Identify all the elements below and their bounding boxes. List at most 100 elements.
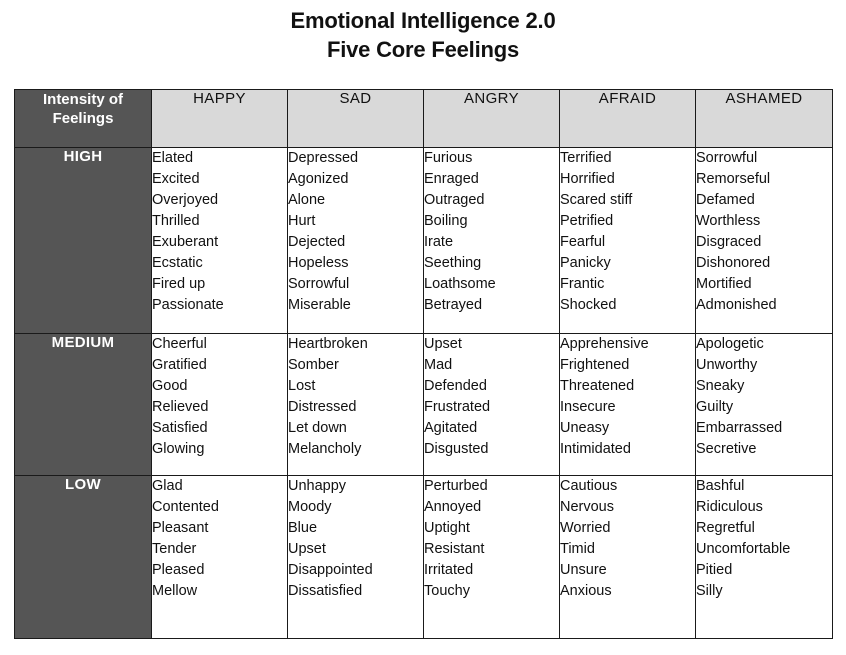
intensity-label-high: HIGH bbox=[14, 147, 152, 334]
feeling-word: Outraged bbox=[424, 192, 485, 208]
feeling-word: Shocked bbox=[560, 297, 617, 313]
cell-low-ashamed: Bashful Ridiculous Regretful Uncomfortable P… bbox=[695, 475, 833, 639]
feeling-word: Annoyed bbox=[424, 499, 482, 515]
feeling-word: Uneasy bbox=[560, 420, 610, 436]
feeling-word: Remorseful bbox=[696, 171, 771, 187]
feeling-word: Moody bbox=[288, 499, 332, 515]
page-title: Emotional Intelligence 2.0 Five Core Fee… bbox=[0, 6, 846, 64]
feeling-word: Cheerful bbox=[152, 336, 207, 352]
feeling-word: Uptight bbox=[424, 520, 470, 536]
header-column-ashamed: ASHAMED bbox=[695, 89, 833, 148]
feeling-word: Worthless bbox=[696, 213, 761, 229]
feeling-word: Ridiculous bbox=[696, 499, 763, 515]
cell-medium-happy: Cheerful Gratified Good Relieved Satisfied Gl… bbox=[151, 333, 288, 476]
table-body: HIGH Elated Excited Overjoyed Thrilled Exube… bbox=[14, 147, 833, 639]
feeling-word: Furious bbox=[424, 150, 473, 166]
feeling-word: Elated bbox=[152, 150, 194, 166]
feeling-word: Apprehensive bbox=[560, 336, 649, 352]
cell-low-sad: Unhappy Moody Blue Upset Disappointed Dissati… bbox=[287, 475, 424, 639]
feeling-word: Defended bbox=[424, 378, 487, 394]
feeling-word: Petrified bbox=[560, 213, 614, 229]
cell-high-sad: Depressed Agonized Alone Hurt Dejected Hopele… bbox=[287, 147, 424, 334]
feeling-word: Upset bbox=[288, 541, 326, 557]
feeling-word: Defamed bbox=[696, 192, 755, 208]
feeling-word: Hopeless bbox=[288, 255, 349, 271]
feeling-word: Scared stiff bbox=[560, 192, 633, 208]
title-line-2: Five Core Feelings bbox=[326, 37, 519, 62]
feeling-word: Touchy bbox=[424, 583, 470, 599]
feeling-word: Overjoyed bbox=[152, 192, 219, 208]
cell-medium-angry: Upset Mad Defended Frustrated Agitated Disgus… bbox=[423, 333, 560, 476]
feeling-word: Resistant bbox=[424, 541, 485, 557]
feelings-table: Intensity of Feelings HAPPY SAD ANGRY AF… bbox=[14, 89, 833, 639]
feeling-word: Intimidated bbox=[560, 441, 631, 457]
feeling-word: Pitied bbox=[696, 562, 733, 578]
feeling-word: Blue bbox=[288, 520, 318, 536]
feeling-word: Admonished bbox=[696, 297, 777, 313]
cell-high-angry: Furious Enraged Outraged Boiling Irate Seethi… bbox=[423, 147, 560, 334]
table-row-low: LOW Glad Contented Pleasant Tender Pleased Me… bbox=[14, 475, 833, 639]
feeling-word: Timid bbox=[560, 541, 595, 557]
cell-medium-sad: Heartbroken Somber Lost Distressed Let down M… bbox=[287, 333, 424, 476]
feeling-word: Heartbroken bbox=[288, 336, 368, 352]
feeling-word: Disgusted bbox=[424, 441, 489, 457]
intensity-label-medium: MEDIUM bbox=[14, 333, 152, 476]
feeling-word: Boiling bbox=[424, 213, 468, 229]
feeling-word: Mortified bbox=[696, 276, 752, 292]
feeling-word: Seething bbox=[424, 255, 482, 271]
feeling-word: Dishonored bbox=[696, 255, 771, 271]
feeling-word: Agitated bbox=[424, 420, 478, 436]
feeling-word: Pleased bbox=[152, 562, 205, 578]
feeling-word: Frustrated bbox=[424, 399, 491, 415]
feeling-word: Guilty bbox=[696, 399, 734, 415]
feeling-word: Worried bbox=[560, 520, 611, 536]
header-column-happy: HAPPY bbox=[151, 89, 288, 148]
feeling-word: Sorrowful bbox=[696, 150, 758, 166]
feelings-table-container: Intensity of Feelings HAPPY SAD ANGRY AF… bbox=[14, 89, 833, 639]
cell-high-ashamed: Sorrowful Remorseful Defamed Worthless Disgr… bbox=[695, 147, 833, 334]
feeling-word: Distressed bbox=[288, 399, 357, 415]
page-root: Emotional Intelligence 2.0 Five Core Fee… bbox=[0, 0, 846, 655]
feeling-word: Glowing bbox=[152, 441, 205, 457]
feeling-word: Melancholy bbox=[288, 441, 362, 457]
feeling-word: Agonized bbox=[288, 171, 349, 187]
feeling-word: Unworthy bbox=[696, 357, 758, 373]
feeling-word: Bashful bbox=[696, 478, 745, 494]
feeling-word: Contented bbox=[152, 499, 219, 515]
intensity-label-low: LOW bbox=[14, 475, 152, 639]
feeling-word: Fearful bbox=[560, 234, 606, 250]
feeling-word: Thrilled bbox=[152, 213, 200, 229]
feeling-word: Good bbox=[152, 378, 188, 394]
table-header-row: Intensity of Feelings HAPPY SAD ANGRY AF… bbox=[14, 89, 833, 148]
feeling-word: Perturbed bbox=[424, 478, 488, 494]
feeling-word: Frightened bbox=[560, 357, 630, 373]
cell-high-afraid: Terrified Horrified Scared stiff Petrified F… bbox=[559, 147, 696, 334]
feeling-word: Relieved bbox=[152, 399, 209, 415]
feeling-word: Disappointed bbox=[288, 562, 373, 578]
feeling-word: Somber bbox=[288, 357, 339, 373]
cell-low-angry: Perturbed Annoyed Uptight Resistant Irritate… bbox=[423, 475, 560, 639]
feeling-word: Disgraced bbox=[696, 234, 762, 250]
feeling-word: Dissatisfied bbox=[288, 583, 363, 599]
header-intensity-of-feelings: Intensity of Feelings bbox=[14, 89, 152, 148]
feeling-word: Sorrowful bbox=[288, 276, 350, 292]
feeling-word: Threatened bbox=[560, 378, 635, 394]
feeling-word: Anxious bbox=[560, 583, 612, 599]
feeling-word: Mellow bbox=[152, 583, 198, 599]
feeling-word: Enraged bbox=[424, 171, 479, 187]
feeling-word: Miserable bbox=[288, 297, 351, 313]
feeling-word: Unhappy bbox=[288, 478, 347, 494]
feeling-word: Silly bbox=[696, 583, 723, 599]
feeling-word: Excited bbox=[152, 171, 200, 187]
feeling-word: Satisfied bbox=[152, 420, 208, 436]
feeling-word: Pleasant bbox=[152, 520, 209, 536]
feeling-word: Terrified bbox=[560, 150, 612, 166]
header-column-angry: ANGRY bbox=[423, 89, 560, 148]
feeling-word: Loathsome bbox=[424, 276, 496, 292]
feeling-word: Sneaky bbox=[696, 378, 745, 394]
feeling-word: Fired up bbox=[152, 276, 206, 292]
feeling-word: Gratified bbox=[152, 357, 207, 373]
feeling-word: Apologetic bbox=[696, 336, 764, 352]
feeling-word: Insecure bbox=[560, 399, 616, 415]
cell-low-afraid: Cautious Nervous Worried Timid Unsure Anxious bbox=[559, 475, 696, 639]
